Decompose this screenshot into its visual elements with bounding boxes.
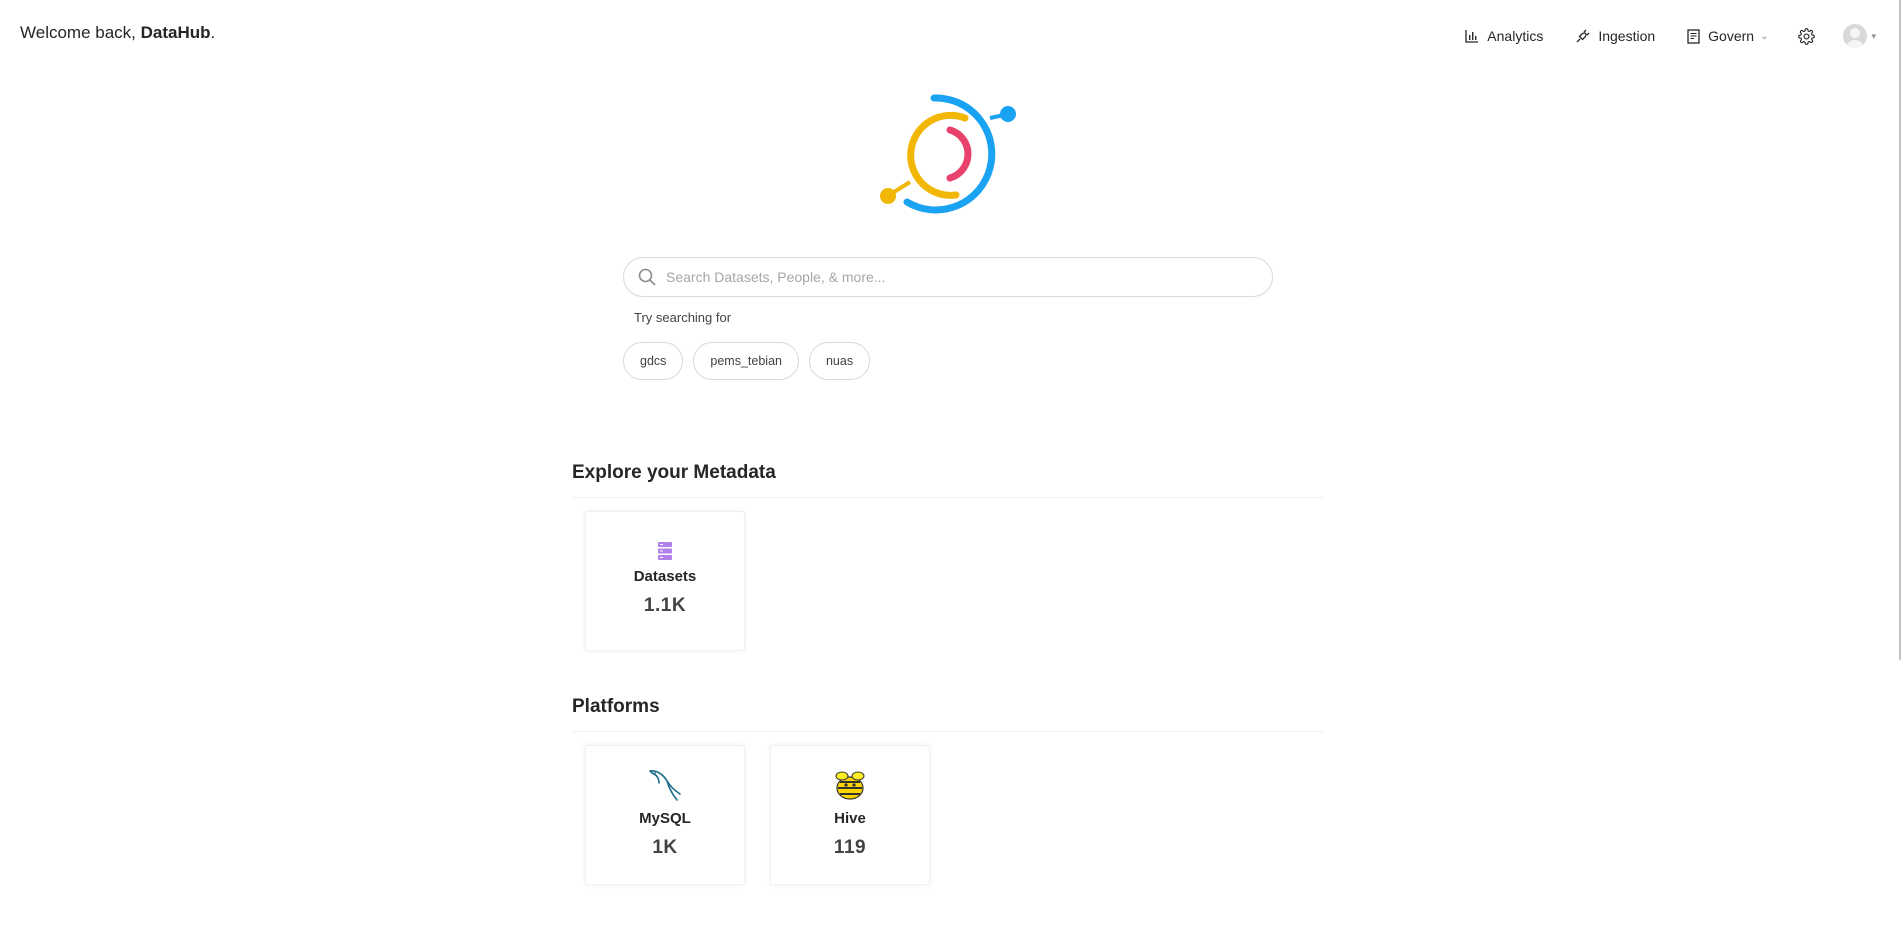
card-count: 1.1K — [643, 595, 687, 616]
user-menu[interactable]: ▾ — [1829, 24, 1876, 48]
govern-menu[interactable]: Govern ⌄ — [1671, 22, 1784, 50]
welcome-suffix: . — [210, 23, 216, 42]
card-count: 1K — [652, 837, 678, 858]
try-searching-label: Try searching for — [634, 310, 732, 325]
search-input[interactable] — [664, 268, 1272, 286]
ingestion-link[interactable]: Ingestion — [1559, 22, 1671, 50]
scrollbar[interactable] — [1894, 0, 1902, 931]
top-nav: Analytics Ingestion Govern ⌄ ▾ — [1449, 22, 1876, 51]
chevron-down-icon: ⌄ — [1760, 30, 1769, 42]
welcome-prefix: Welcome back, — [20, 23, 141, 42]
search-suggestions: gdcs pems_tebian nuas — [623, 342, 871, 380]
analytics-link[interactable]: Analytics — [1449, 22, 1559, 50]
mysql-dolphin-icon — [646, 768, 684, 804]
caret-down-icon: ▾ — [1871, 30, 1876, 41]
analytics-label: Analytics — [1487, 28, 1544, 44]
bar-chart-icon — [1465, 30, 1479, 43]
book-icon — [1687, 28, 1700, 44]
card-label: MySQL — [639, 810, 691, 827]
dataset-icon — [657, 540, 673, 562]
govern-label: Govern — [1708, 28, 1755, 44]
card-count: 119 — [833, 837, 867, 858]
plug-icon — [1576, 29, 1590, 42]
top-header: Welcome back, DataHub. Analytics Ingesti… — [0, 0, 1902, 72]
card-label: Hive — [834, 810, 866, 827]
datahub-logo — [880, 94, 1016, 214]
ingestion-label: Ingestion — [1598, 28, 1656, 44]
datasets-card[interactable]: Datasets 1.1K — [585, 511, 745, 651]
card-label: Datasets — [633, 568, 697, 585]
suggestion-chip[interactable]: gdcs — [623, 342, 684, 380]
scrollbar-thumb[interactable] — [1899, 0, 1901, 660]
platforms-divider — [572, 731, 1324, 732]
hive-card[interactable]: Hive 119 — [770, 745, 930, 885]
hive-bee-icon — [832, 768, 868, 804]
welcome-message: Welcome back, DataHub. — [20, 23, 215, 43]
explore-divider — [572, 497, 1324, 498]
welcome-name: DataHub — [140, 23, 211, 42]
search-icon — [638, 268, 656, 286]
search-bar[interactable] — [623, 257, 1273, 297]
platforms-title: Platforms — [572, 696, 660, 717]
suggestion-chip[interactable]: nuas — [808, 342, 871, 380]
gear-icon — [1798, 27, 1816, 45]
mysql-card[interactable]: MySQL 1K — [585, 745, 745, 885]
avatar — [1843, 24, 1868, 48]
explore-title: Explore your Metadata — [572, 462, 776, 483]
suggestion-chip[interactable]: pems_tebian — [693, 342, 799, 380]
settings-button[interactable] — [1784, 22, 1829, 51]
